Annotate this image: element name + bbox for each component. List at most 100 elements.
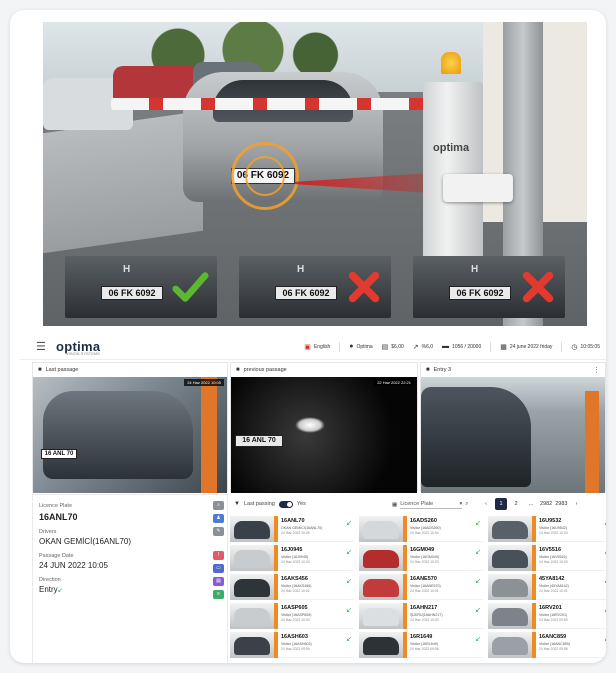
drivers-label: Drivers bbox=[39, 529, 57, 535]
camera-icon: ■ bbox=[38, 366, 42, 373]
passing-row[interactable]: 16R1649 Visitor (16R1649) 24 Haz 2022 09:5… bbox=[359, 632, 483, 658]
passing-owner: Visitor (16ANC859) bbox=[539, 642, 570, 646]
card-button[interactable]: ▭ bbox=[213, 564, 224, 573]
passing-row[interactable]: 16RV201 Visitor (16RV201) 24 Haz 2022 09:5… bbox=[488, 603, 606, 629]
car-shape bbox=[234, 608, 270, 626]
passing-owner: Visitor (16ASH603) bbox=[281, 642, 312, 646]
entry-arrow-icon: ↙ bbox=[475, 578, 481, 585]
stat-indicator: ↗ %6,0 bbox=[412, 343, 434, 351]
passing-row[interactable]: 16U9532 Visitor (16U9532) 24 Haz 2022 10:0… bbox=[488, 516, 606, 542]
passing-date: 24 Haz 2022 09:58 bbox=[410, 647, 439, 651]
search-button[interactable]: ⌕ bbox=[213, 501, 224, 510]
passings-panel: ▼ Last passing Yes ▦ Licence Plate ▾ ⌕ ‹ … bbox=[230, 494, 606, 663]
passing-owner: OKAN GEMİCİ(16ANL70) bbox=[281, 526, 323, 530]
passing-row[interactable]: 16ANE570 Visitor (16ANE570) 24 Haz 2022 10… bbox=[359, 574, 483, 600]
chevron-down-icon: ▾ bbox=[459, 501, 463, 507]
passing-row[interactable]: 16ASH603 Visitor (16ASH603) 24 Haz 2022 09… bbox=[230, 632, 354, 658]
passing-row[interactable]: 16ANC859 Visitor (16ANC859) 24 Haz 2022 09… bbox=[488, 632, 606, 658]
search-icon[interactable]: ⌕ bbox=[465, 501, 468, 508]
passing-thumbnail bbox=[359, 516, 403, 542]
passing-plate: 16ANL70 bbox=[281, 518, 305, 524]
barrier-post bbox=[201, 377, 217, 493]
table-icon: ▦ bbox=[392, 501, 398, 508]
passage-details: Licence Plate 16ANL70 Drivers OKAN GEMİC… bbox=[32, 494, 228, 663]
passing-row[interactable]: 16V5516 Visitor (16V5516) 24 Haz 2022 10:0… bbox=[488, 545, 606, 571]
people-button[interactable]: ♟ bbox=[213, 514, 224, 523]
car-shape bbox=[492, 608, 528, 626]
car-shape bbox=[234, 521, 270, 539]
sidewalk bbox=[43, 110, 203, 254]
page-2982[interactable]: 2982 bbox=[540, 498, 552, 510]
passing-thumbnail bbox=[488, 516, 532, 542]
camera-previous-passage[interactable]: ■ previous passage 16 ANL 70 22 Haz 2022 … bbox=[230, 362, 418, 493]
passing-date: 24 Haz 2022 10:02 bbox=[281, 589, 310, 593]
list-icon: ≡ bbox=[217, 591, 220, 597]
divider bbox=[339, 341, 341, 352]
edit-button[interactable]: ✎ bbox=[213, 527, 224, 536]
car-shape bbox=[234, 637, 270, 655]
passing-plate: 16ADS260 bbox=[410, 518, 437, 524]
passing-date: 24 Haz 2022 09:59 bbox=[539, 618, 568, 622]
passing-plate: 45YA8142 bbox=[539, 576, 565, 582]
page-prev[interactable]: ‹ bbox=[480, 498, 492, 510]
passing-thumbnail bbox=[359, 574, 403, 600]
car-logo: H bbox=[123, 264, 131, 275]
entry-arrow-icon: ↙ bbox=[604, 635, 606, 643]
alert-button[interactable]: ! bbox=[213, 551, 224, 560]
pagination: ‹ 1 2 ... 2982 2983 › bbox=[480, 498, 583, 510]
passing-owner: Visitor (16J0945) bbox=[281, 555, 309, 559]
camera-last-passage[interactable]: ■ Last passage 16 ANL 70 24 Haz 2022 10:0… bbox=[32, 362, 228, 493]
language-selector[interactable]: ▣ English bbox=[304, 343, 330, 351]
last-passing-toggle[interactable] bbox=[278, 500, 293, 508]
more-icon[interactable]: ⋮ bbox=[593, 366, 600, 374]
camera-timestamp: 22 Haz 2022 22:21 bbox=[374, 379, 414, 386]
menu-icon[interactable]: ☰ bbox=[36, 340, 50, 353]
entry-arrow-icon: ↙ bbox=[346, 549, 352, 556]
camera-entry-3[interactable]: ■ Entry 3 ⋮ bbox=[420, 362, 606, 493]
passing-plate: 16AKS456 bbox=[281, 576, 308, 582]
passing-row[interactable]: 16ASP605 Visitor (16ASP605) 24 Haz 2022 10… bbox=[230, 603, 354, 629]
target-inner-ring-icon bbox=[245, 156, 285, 196]
page-1[interactable]: 1 bbox=[495, 498, 507, 510]
camera-plate: 16 ANL 70 bbox=[41, 449, 77, 459]
warning-lamp-icon bbox=[441, 52, 461, 74]
entry-arrow-icon: ↙ bbox=[346, 578, 352, 585]
camera-icon: ■ bbox=[236, 366, 240, 373]
time-indicator: ◷ 10:05:05 bbox=[571, 343, 600, 351]
passing-plate: 16AHN217 bbox=[410, 605, 438, 611]
passing-row[interactable]: 45YA8142 Visitor (45YA8142) 24 Haz 2022 10… bbox=[488, 574, 606, 600]
passing-row[interactable]: 16ADS260 Visitor (16ADS260) 24 Haz 2022 10… bbox=[359, 516, 483, 542]
entry-arrow-icon: ↙ bbox=[604, 577, 606, 585]
passing-row[interactable]: 16AKS456 Visitor (16AKS456) 24 Haz 2022 10… bbox=[230, 574, 354, 600]
flag-icon: ▣ bbox=[304, 343, 311, 351]
passing-plate: 16ANC859 bbox=[539, 634, 567, 640]
filter-icon: ▼ bbox=[234, 501, 240, 507]
passing-thumbnail bbox=[230, 603, 274, 629]
car-shape bbox=[363, 637, 399, 655]
passing-owner: Visitor (16U9532) bbox=[539, 526, 567, 530]
passing-date: 24 Haz 2022 10:03 bbox=[281, 560, 310, 564]
passing-row[interactable]: 16AHN217 ŞÜKRÜ(16AHN217) 24 Haz 2022 10:00… bbox=[359, 603, 483, 629]
page-2983[interactable]: 2983 bbox=[555, 498, 567, 510]
doc-button[interactable]: ▤ bbox=[213, 577, 224, 586]
date-label: Passage Date bbox=[39, 553, 74, 559]
page-2[interactable]: 2 bbox=[510, 498, 522, 510]
entry-arrow-icon: ↙ bbox=[346, 636, 352, 643]
direction-label: Direction bbox=[39, 577, 61, 583]
passing-date: 24 Haz 2022 10:00 bbox=[281, 618, 310, 622]
passing-row[interactable]: 16J0945 Visitor (16J0945) 24 Haz 2022 10:0… bbox=[230, 545, 354, 571]
passing-row[interactable]: 16ANL70 OKAN GEMİCİ(16ANL70) 24 Haz 2022 1… bbox=[230, 516, 354, 542]
page-next[interactable]: › bbox=[571, 498, 583, 510]
filter-placeholder: Licence Plate bbox=[400, 501, 434, 507]
passing-row[interactable]: 16GM049 Visitor (16GM049) 24 Haz 2022 10:0… bbox=[359, 545, 483, 571]
passing-date: 24 Haz 2022 09:58 bbox=[539, 647, 568, 651]
car-shape bbox=[363, 608, 399, 626]
plate-filter[interactable]: ▦ Licence Plate ▾ ⌕ bbox=[392, 500, 468, 509]
passing-owner: Visitor (16RV201) bbox=[539, 613, 568, 617]
user-menu[interactable]: ● Optima bbox=[349, 343, 372, 350]
passing-thumbnail bbox=[230, 632, 274, 658]
camera-image bbox=[421, 377, 605, 493]
search-icon: ⌕ bbox=[217, 502, 220, 508]
list-button[interactable]: ≡ bbox=[213, 590, 224, 599]
passing-plate: 16J0945 bbox=[281, 547, 303, 553]
